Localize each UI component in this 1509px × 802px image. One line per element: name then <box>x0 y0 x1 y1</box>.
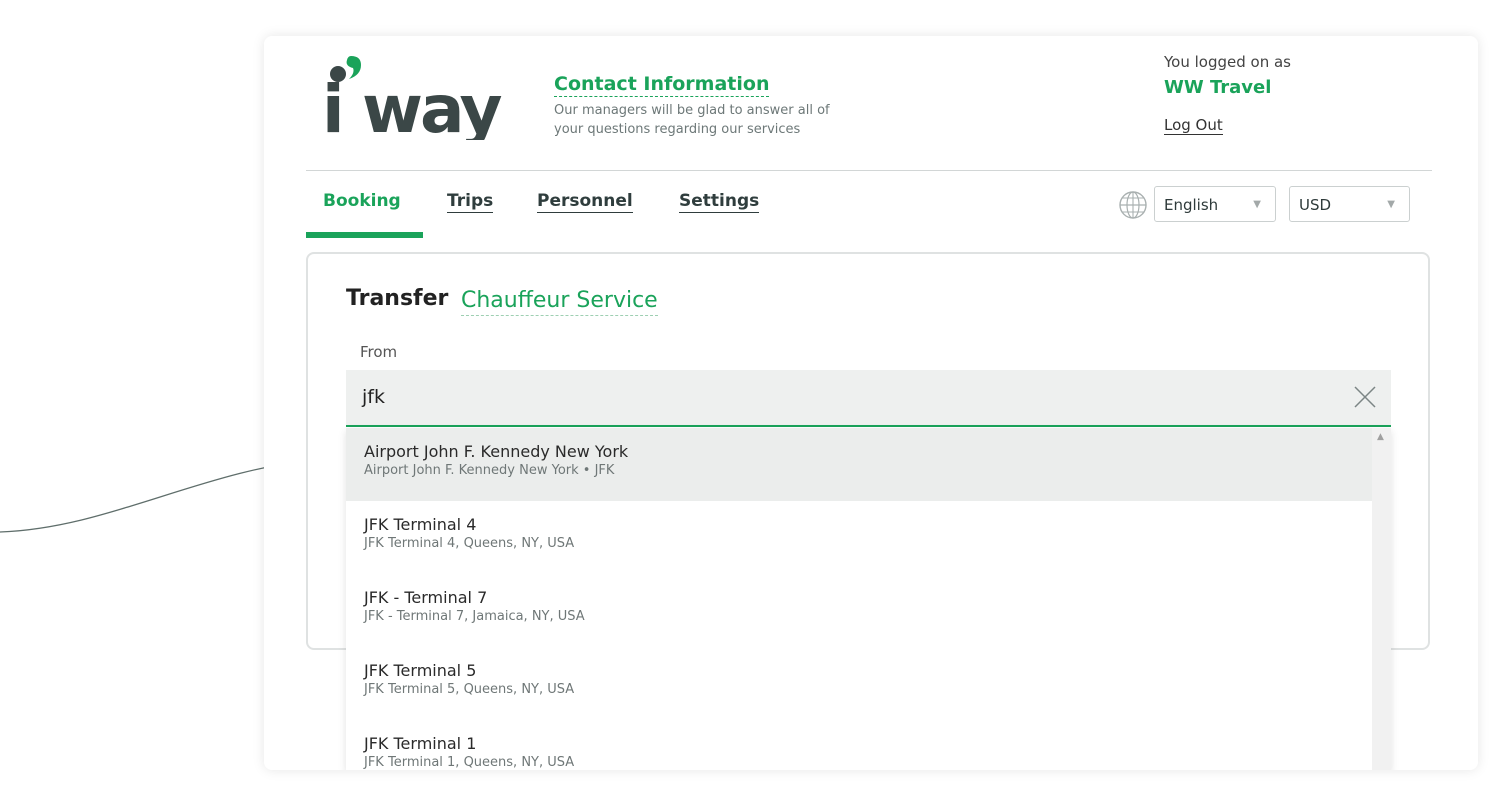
from-input[interactable]: jfk <box>346 370 1391 427</box>
tab-personnel[interactable]: Personnel <box>537 190 633 213</box>
chevron-down-icon: ▼ <box>1387 199 1395 210</box>
suggestion-item[interactable]: JFK Terminal 4 JFK Terminal 4, Queens, N… <box>346 501 1372 574</box>
contact-information-link[interactable]: Contact Information <box>554 72 770 97</box>
suggestion-subtitle: JFK - Terminal 7, Jamaica, NY, USA <box>364 609 585 624</box>
svg-text:way: way <box>362 71 501 140</box>
suggestion-subtitle: Airport John F. Kennedy New York • JFK <box>364 463 615 478</box>
language-select[interactable]: English ▼ <box>1154 186 1276 222</box>
main-card: i way Contact Information Our managers w… <box>264 36 1478 770</box>
currency-select[interactable]: USD ▼ <box>1289 186 1410 222</box>
logged-on-as-label: You logged on as <box>1164 53 1291 71</box>
tab-trips[interactable]: Trips <box>447 190 494 213</box>
suggestions-dropdown: Airport John F. Kennedy New York Airport… <box>346 428 1391 770</box>
tab-booking[interactable]: Booking <box>323 190 401 212</box>
suggestion-subtitle: JFK Terminal 1, Queens, NY, USA <box>364 755 575 770</box>
from-label: From <box>360 343 398 361</box>
transfer-title: Transfer <box>346 286 449 311</box>
suggestion-title: JFK Terminal 5 <box>364 661 477 680</box>
suggestion-item[interactable]: JFK - Terminal 7 JFK - Terminal 7, Jamai… <box>346 574 1372 647</box>
suggestion-title: Airport John F. Kennedy New York <box>364 442 629 461</box>
chauffeur-service-link[interactable]: Chauffeur Service <box>461 286 658 316</box>
header-divider <box>306 170 1432 171</box>
suggestion-subtitle: JFK Terminal 5, Queens, NY, USA <box>364 682 575 697</box>
iway-logo: i way <box>322 56 504 140</box>
dropdown-scrollbar[interactable]: ▲ <box>1372 428 1391 770</box>
chevron-down-icon: ▼ <box>1253 199 1261 210</box>
tab-settings[interactable]: Settings <box>679 190 760 213</box>
suggestion-title: JFK Terminal 1 <box>364 734 477 753</box>
user-block: You logged on as WW Travel Log Out <box>1164 53 1291 135</box>
from-input-value: jfk <box>362 386 385 408</box>
suggestion-item[interactable]: Airport John F. Kennedy New York Airport… <box>346 428 1372 501</box>
contact-description: Our managers will be glad to answer all … <box>554 103 830 137</box>
user-name: WW Travel <box>1164 77 1272 98</box>
suggestion-subtitle: JFK Terminal 4, Queens, NY, USA <box>364 536 575 551</box>
language-value: English <box>1164 196 1219 214</box>
log-out-link[interactable]: Log Out <box>1164 116 1223 135</box>
active-tab-indicator <box>306 232 423 238</box>
suggestion-title: JFK - Terminal 7 <box>364 588 488 607</box>
suggestion-title: JFK Terminal 4 <box>364 515 477 534</box>
suggestion-item[interactable]: JFK Terminal 5 JFK Terminal 5, Queens, N… <box>346 647 1372 720</box>
svg-text:i: i <box>322 71 343 140</box>
currency-value: USD <box>1299 196 1332 214</box>
suggestion-item[interactable]: JFK Terminal 1 JFK Terminal 1, Queens, N… <box>346 720 1372 770</box>
globe-icon <box>1119 191 1147 219</box>
contact-block: Contact Information Our managers will be… <box>554 72 854 139</box>
close-icon[interactable] <box>1353 385 1377 409</box>
scroll-up-icon[interactable]: ▲ <box>1377 432 1384 442</box>
